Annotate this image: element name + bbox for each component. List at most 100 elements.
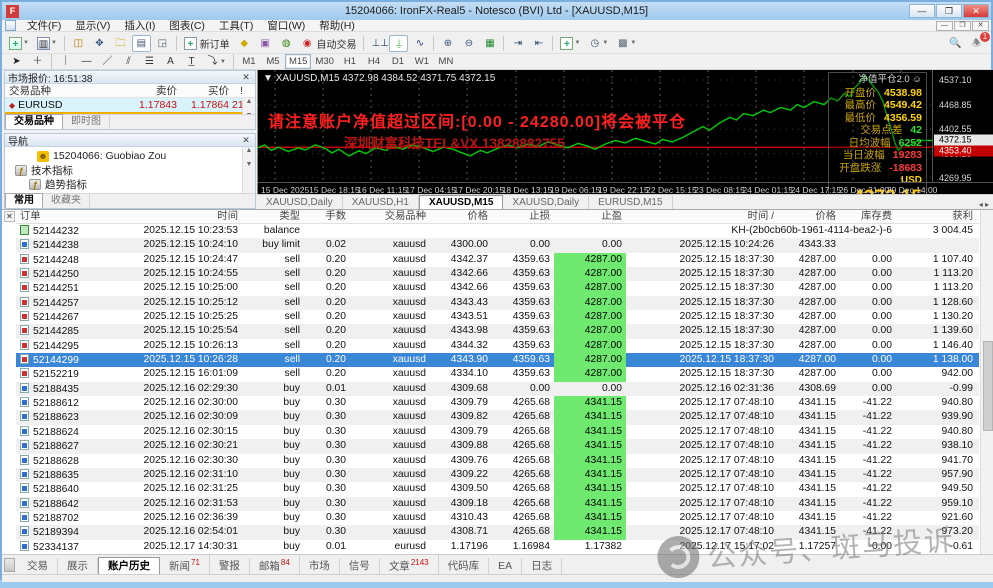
timeframe-button-w1[interactable]: W1 — [410, 54, 434, 69]
menu-item[interactable]: 窗口(W) — [260, 20, 312, 32]
market-watch-scrollbar[interactable]: ▲▼ — [242, 98, 255, 115]
text-label-tool-icon[interactable]: T̲ — [182, 53, 201, 70]
terminal-tab-9[interactable]: 代码库 — [439, 558, 490, 574]
table-row[interactable]: 523341372025.12.17 14:30:31buy0.01eurusd… — [16, 540, 979, 554]
chart-tab-3[interactable]: XAUUSD,Daily — [503, 196, 589, 209]
chart-tab-scroll-arrows[interactable]: ◂ ▸ — [979, 200, 993, 209]
chart-window-icon[interactable] — [5, 20, 16, 31]
toolbox-close-icon[interactable]: ✕ — [4, 211, 15, 222]
orders-column-header[interactable]: 库存费 — [840, 210, 896, 223]
navigator-toggle-icon[interactable]: 🗀 — [111, 35, 130, 52]
indicators-button[interactable]: +▼ — [557, 35, 583, 52]
table-row[interactable]: 521886232025.12.16 02:30:09buy0.30xauusd… — [16, 410, 979, 424]
periods-button[interactable]: ◷▼ — [585, 35, 611, 52]
market-watch-tab-0[interactable]: 交易品种 — [5, 114, 63, 129]
table-row[interactable]: 521886422025.12.16 02:31:53buy0.30xauusd… — [16, 497, 979, 511]
text-tool-icon[interactable]: A — [161, 53, 180, 70]
vertical-line-tool-icon[interactable]: ｜ — [56, 53, 75, 70]
new-order-button[interactable]: + 新订单 — [181, 35, 233, 52]
candlestick-mode-icon[interactable]: ⍊ — [389, 35, 408, 52]
chart-tab-2[interactable]: XAUUSD,M15 — [419, 195, 503, 209]
menu-item[interactable]: 文件(F) — [20, 20, 68, 32]
timeframe-button-m1[interactable]: M1 — [237, 54, 261, 69]
zoom-out-icon[interactable]: ⊖ — [459, 35, 478, 52]
market-watch-close-icon[interactable]: ✕ — [240, 72, 252, 83]
zoom-in-icon[interactable]: ⊕ — [438, 35, 457, 52]
terminal-tab-10[interactable]: EA — [489, 558, 522, 574]
market-watch-toggle-icon[interactable]: ◫ — [69, 35, 88, 52]
menu-item[interactable]: 插入(I) — [117, 20, 162, 32]
autotrading-button[interactable]: ◉ 自动交易 — [298, 35, 360, 52]
table-row[interactable]: 521886282025.12.16 02:30:30buy0.30xauusd… — [16, 454, 979, 468]
timeframe-button-d1[interactable]: D1 — [386, 54, 410, 69]
navigator-scrollbar[interactable]: ▲▼ — [242, 147, 255, 193]
minimize-button[interactable]: — — [909, 4, 935, 18]
cursor-tool-icon[interactable]: ➤ — [7, 53, 26, 70]
table-row[interactable]: 521886122025.12.16 02:30:00buy0.30xauusd… — [16, 396, 979, 410]
orders-column-header[interactable]: 时间 — [114, 210, 242, 223]
search-icon[interactable]: 🔍 — [946, 35, 965, 52]
table-row[interactable]: 521442322025.12.15 10:23:53balanceKH-(2b… — [16, 224, 979, 238]
timeframe-button-h4[interactable]: H4 — [362, 54, 386, 69]
chart-shift-icon[interactable]: ⇤ — [529, 35, 548, 52]
terminal-tab-1[interactable]: 展示 — [58, 558, 98, 574]
notifications-bell-icon[interactable]: 🕭1 — [967, 35, 986, 52]
orders-column-header[interactable]: 获利 — [896, 210, 977, 223]
bar-chart-mode-icon[interactable]: ⊥⊥ — [368, 35, 387, 52]
auto-scroll-icon[interactable]: ⇥ — [508, 35, 527, 52]
navigator-close-icon[interactable]: ✕ — [240, 135, 252, 146]
templates-button[interactable]: ▩▼ — [613, 35, 639, 52]
table-row[interactable]: 521887022025.12.16 02:36:39buy0.30xauusd… — [16, 511, 979, 525]
orders-column-header[interactable]: 价格 — [430, 210, 492, 223]
timeframe-button-m15[interactable]: M15 — [285, 54, 311, 69]
trendline-tool-icon[interactable]: ／ — [98, 53, 117, 70]
chart-tab-4[interactable]: EURUSD,M15 — [589, 196, 672, 209]
chart-tab-0[interactable]: XAUUSD,Daily — [257, 196, 343, 209]
table-row[interactable]: 521442852025.12.15 10:25:54sell0.20xauus… — [16, 324, 979, 338]
timeframe-button-mn[interactable]: MN — [434, 54, 458, 69]
chart-tab-1[interactable]: XAUUSD,H1 — [343, 196, 419, 209]
navigator-item[interactable]: ƒ趋势指标 — [11, 177, 255, 191]
navigator-tab-0[interactable]: 常用 — [5, 193, 43, 208]
depth-of-market-icon[interactable]: ◆ — [235, 35, 254, 52]
horizontal-line-tool-icon[interactable]: — — [77, 53, 96, 70]
market-watch-tab-1[interactable]: 即时图 — [63, 115, 110, 129]
tester-toggle-icon[interactable]: ◲ — [153, 35, 172, 52]
menu-item[interactable]: 帮助(H) — [312, 20, 362, 32]
terminal-tab-7[interactable]: 信号 — [340, 558, 380, 574]
table-row[interactable]: 521442572025.12.15 10:25:12sell0.20xauus… — [16, 296, 979, 310]
orders-column-header[interactable]: 时间 / — [626, 210, 778, 223]
arrows-tool-icon[interactable]: ⤵▼ — [203, 53, 229, 70]
terminal-tab-0[interactable]: 交易 — [18, 558, 58, 574]
table-row[interactable]: 521442512025.12.15 10:25:00sell0.20xauus… — [16, 281, 979, 295]
channel-tool-icon[interactable]: ⫽ — [119, 53, 138, 70]
crosshair-move-icon[interactable]: ✥ — [90, 35, 109, 52]
terminal-tab-3[interactable]: 新闻71 — [160, 555, 210, 575]
menu-item[interactable]: 工具(T) — [212, 20, 260, 32]
terminal-tab-2[interactable]: 账户历史 — [98, 557, 160, 574]
table-row[interactable]: 521886242025.12.16 02:30:15buy0.30xauusd… — [16, 425, 979, 439]
navigator-item[interactable]: ƒ技术指标 — [11, 163, 255, 177]
title-bar[interactable]: F 15204066: IronFX-Real5 - Notesco (BVI)… — [2, 2, 991, 20]
restore-button[interactable]: ❐ — [936, 4, 962, 18]
terminal-tab-4[interactable]: 警报 — [210, 558, 250, 574]
timeframe-button-m5[interactable]: M5 — [261, 54, 285, 69]
navigator-item[interactable]: ☻15204066: Guobiao Zou — [11, 149, 255, 163]
table-row[interactable]: 521442502025.12.15 10:24:55sell0.20xauus… — [16, 267, 979, 281]
chart-window[interactable]: ▼ XAUUSD,M15 4372.98 4384.52 4371.75 437… — [257, 70, 993, 194]
mdi-restore-button[interactable]: ❐ — [954, 21, 971, 31]
table-row[interactable]: 521442382025.12.15 10:24:10buy limit0.02… — [16, 238, 979, 252]
orders-column-header[interactable]: 止损 — [492, 210, 554, 223]
orders-column-header[interactable]: 订单 — [16, 210, 114, 223]
table-row[interactable]: 521884352025.12.16 02:29:30buy0.01xauusd… — [16, 382, 979, 396]
table-row[interactable]: 521522192025.12.15 16:01:09sell0.20xauus… — [16, 367, 979, 381]
terminal-toggle-icon[interactable]: ▤ — [132, 35, 151, 52]
orders-column-header[interactable]: 交易品种 — [350, 210, 430, 223]
orders-column-header[interactable]: 手数 — [304, 210, 350, 223]
mdi-close-button[interactable]: ✕ — [972, 21, 989, 31]
terminal-tab-11[interactable]: 日志 — [522, 558, 562, 574]
table-row[interactable]: 521893942025.12.16 02:54:01buy0.30xauusd… — [16, 525, 979, 539]
navigator-tab-1[interactable]: 收藏夹 — [43, 194, 90, 208]
orders-column-header[interactable]: 止盈 — [554, 210, 626, 223]
table-row[interactable]: 521886272025.12.16 02:30:21buy0.30xauusd… — [16, 439, 979, 453]
